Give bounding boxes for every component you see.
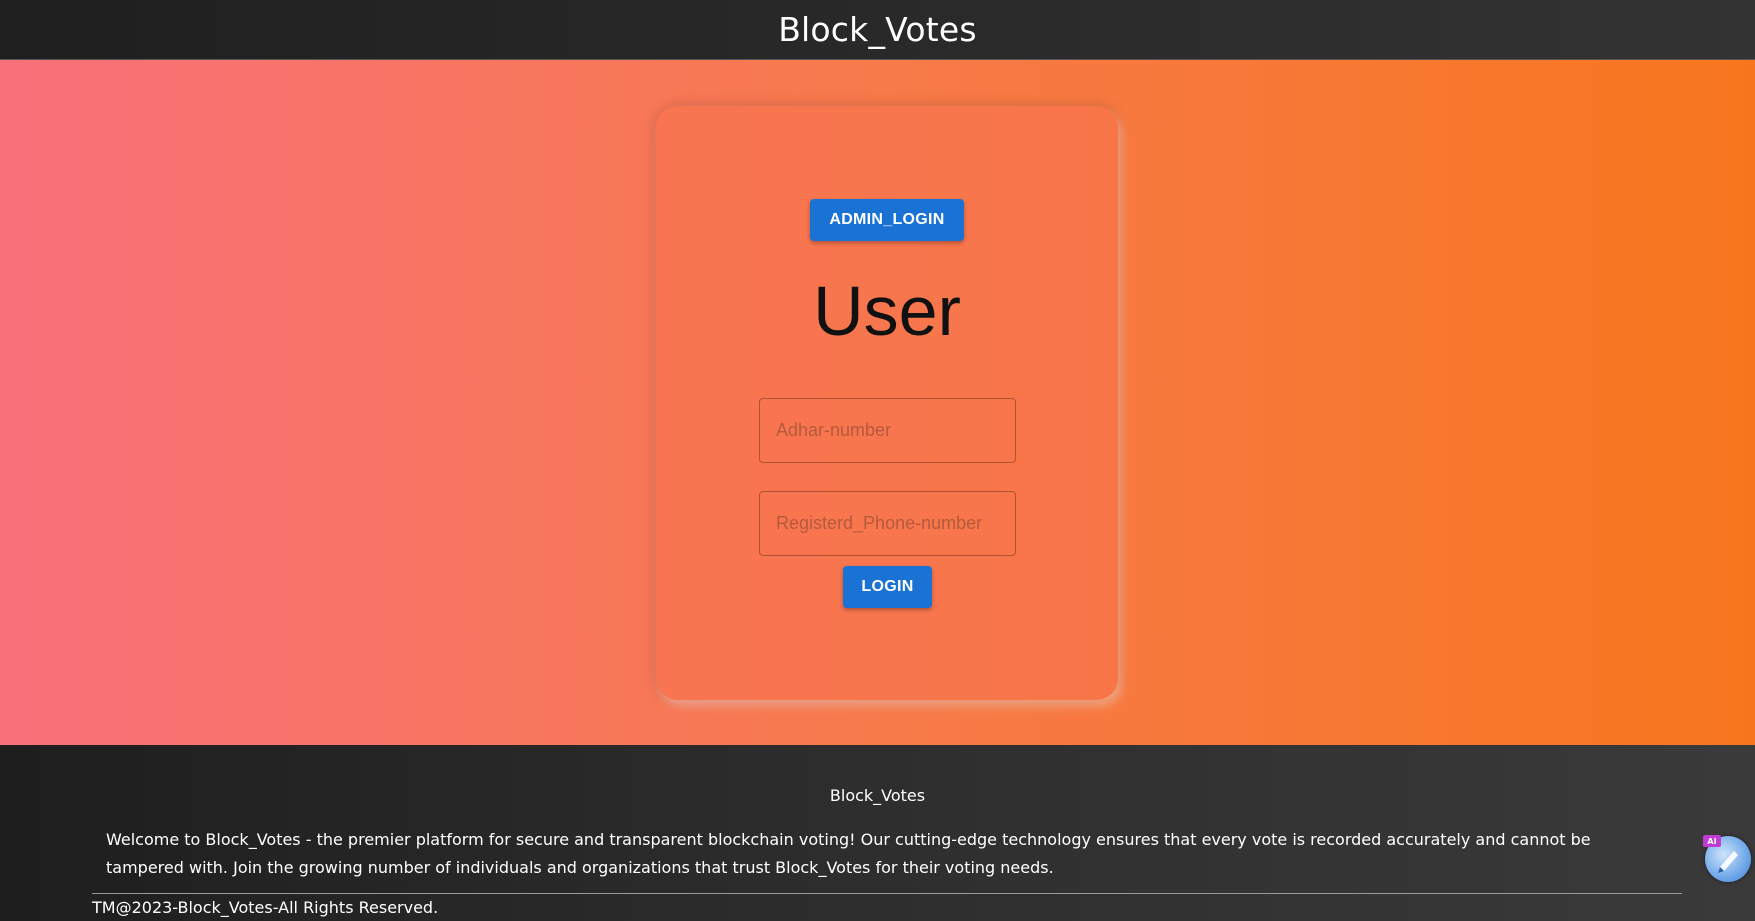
- admin-login-button[interactable]: ADMIN_LOGIN: [810, 199, 964, 241]
- login-card: ADMIN_LOGIN User LOGIN: [656, 106, 1118, 700]
- ai-assistant-button[interactable]: AI: [1703, 835, 1751, 882]
- footer-brand: Block_Votes: [829, 786, 926, 805]
- login-button[interactable]: LOGIN: [843, 566, 932, 608]
- site-title: Block_Votes: [778, 10, 977, 49]
- site-footer: Block_Votes Welcome to Block_Votes - the…: [0, 745, 1755, 921]
- adhar-number-input[interactable]: [759, 398, 1016, 463]
- footer-description: Welcome to Block_Votes - the premier pla…: [106, 830, 1591, 877]
- pen-icon: [1718, 851, 1738, 873]
- site-header: Block_Votes: [0, 0, 1755, 60]
- footer-copyright: TM@2023-Block_Votes-All Rights Reserved.: [92, 898, 439, 917]
- hero-section: ADMIN_LOGIN User LOGIN: [0, 60, 1755, 745]
- footer-divider: [92, 893, 1682, 894]
- phone-number-input[interactable]: [759, 491, 1016, 556]
- login-title: User: [813, 272, 961, 350]
